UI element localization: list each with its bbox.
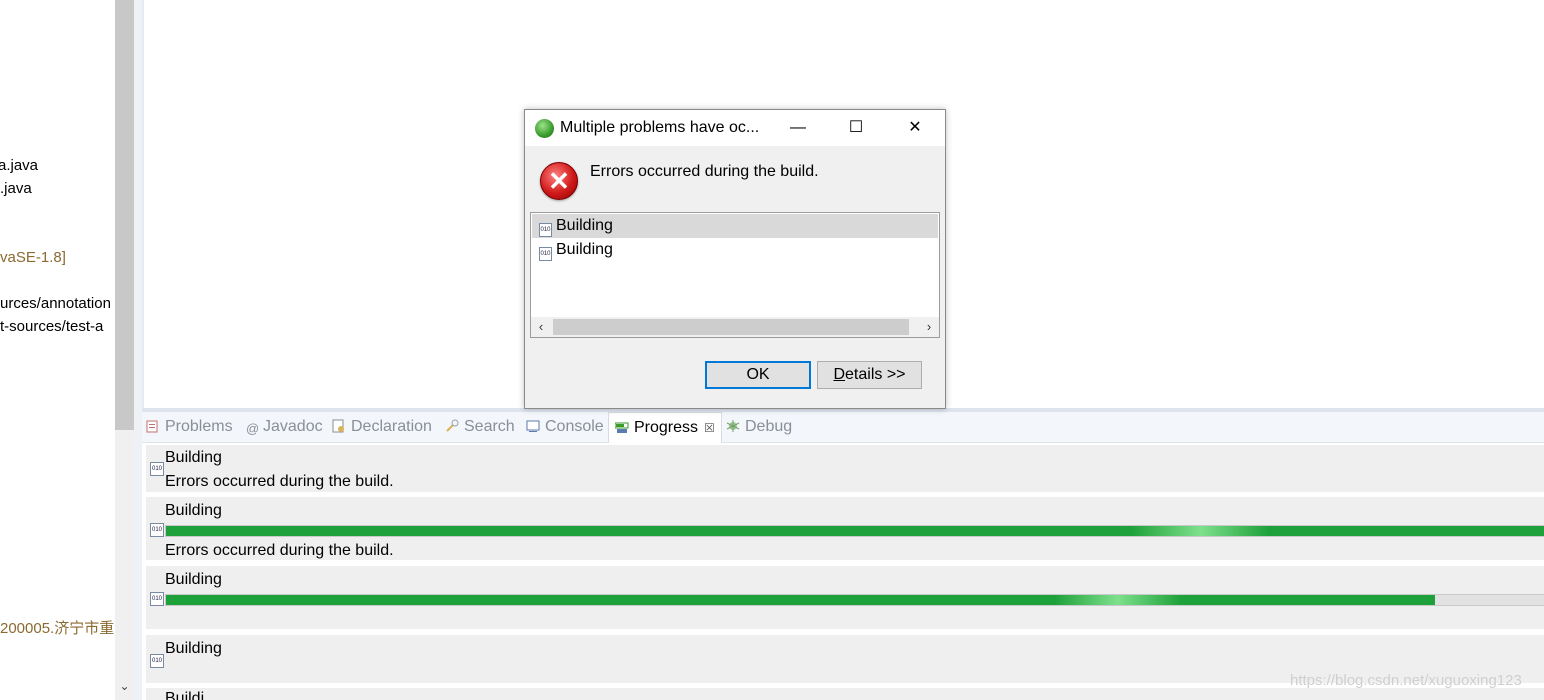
progress-message: Errors occurred during the build. bbox=[165, 542, 394, 559]
list-item[interactable]: 010 Building bbox=[532, 238, 938, 262]
progress-icon bbox=[614, 415, 629, 433]
watermark: https://blog.csdn.net/xuguoxing123 bbox=[1290, 672, 1522, 689]
ok-button[interactable]: OK bbox=[705, 361, 811, 389]
tab-javadoc[interactable]: @ Javadoc bbox=[246, 412, 323, 442]
debug-icon bbox=[726, 414, 740, 432]
console-icon bbox=[526, 414, 540, 432]
build-job-icon: 010 bbox=[150, 462, 164, 476]
scroll-thumb[interactable] bbox=[553, 319, 909, 335]
build-job-icon: 010 bbox=[150, 592, 164, 606]
build-job-icon: 010 bbox=[150, 654, 164, 668]
progress-title: Building bbox=[165, 502, 222, 519]
tab-console[interactable]: Console bbox=[526, 412, 604, 442]
declaration-icon bbox=[332, 414, 346, 433]
close-button[interactable]: ✕ bbox=[892, 110, 938, 146]
problems-icon bbox=[146, 414, 160, 433]
tab-label: Javadoc bbox=[263, 418, 323, 435]
javadoc-icon: @ bbox=[246, 421, 260, 436]
close-icon[interactable]: ☒ bbox=[704, 413, 715, 443]
dialog-titlebar[interactable]: Multiple problems have oc... — ☐ ✕ bbox=[525, 110, 945, 146]
progress-bar-fill bbox=[166, 526, 1544, 536]
progress-bar bbox=[165, 525, 1544, 537]
tree-item[interactable]: .java bbox=[0, 180, 32, 197]
progress-message: Errors occurred during the build. bbox=[165, 473, 394, 490]
build-job-icon: 010 bbox=[150, 523, 164, 537]
error-dialog: Multiple problems have oc... — ☐ ✕ ✕ Err… bbox=[524, 109, 946, 409]
details-button[interactable]: Details >> bbox=[817, 361, 922, 389]
list-item-label: Building bbox=[556, 241, 613, 258]
tab-progress[interactable]: Progress ☒ bbox=[608, 412, 722, 443]
tree-item-jre-library[interactable]: vaSE-1.8] bbox=[0, 249, 66, 266]
progress-title: Buildi bbox=[165, 690, 205, 700]
spring-tools-logo-icon bbox=[535, 119, 554, 138]
horizontal-scrollbar[interactable]: ‹ › bbox=[531, 317, 939, 337]
details-button-label: Details >> bbox=[833, 366, 906, 383]
explorer-scrollbar[interactable]: ⌄ bbox=[115, 0, 134, 700]
build-job-icon: 010 bbox=[539, 223, 552, 237]
tab-debug[interactable]: Debug bbox=[726, 412, 792, 442]
chevron-left-icon[interactable]: ‹ bbox=[531, 317, 551, 337]
tab-label: Progress bbox=[634, 419, 699, 436]
tree-item[interactable]: t-sources/test-a bbox=[0, 318, 103, 335]
progress-entry[interactable]: 010 Building Errors occurred during the … bbox=[146, 445, 1544, 492]
progress-entry[interactable]: 010 Building Errors occurred during the … bbox=[146, 497, 1544, 560]
tab-label: Debug bbox=[745, 418, 793, 435]
progress-entry[interactable]: 010 Building bbox=[146, 566, 1544, 629]
list-item[interactable]: 010 Building bbox=[532, 214, 938, 238]
tree-item[interactable]: a.java bbox=[0, 157, 38, 174]
list-item-label: Building bbox=[556, 217, 613, 234]
progress-title: Building bbox=[165, 640, 222, 657]
tab-problems[interactable]: Problems bbox=[146, 412, 233, 442]
tab-label: Declaration bbox=[351, 418, 432, 435]
explorer-scroll-thumb[interactable] bbox=[115, 0, 134, 430]
build-job-icon: 010 bbox=[539, 247, 552, 261]
tab-declaration[interactable]: Declaration bbox=[332, 412, 432, 442]
progress-title: Building bbox=[165, 449, 222, 466]
tab-label: Console bbox=[545, 418, 604, 435]
search-icon bbox=[445, 414, 459, 432]
tab-label: Search bbox=[464, 418, 515, 435]
maximize-button[interactable]: ☐ bbox=[833, 110, 879, 146]
chevron-right-icon[interactable]: › bbox=[919, 317, 939, 337]
progress-entry[interactable]: Buildi bbox=[146, 688, 1544, 700]
minimize-button[interactable]: — bbox=[775, 110, 821, 146]
tree-item[interactable]: urces/annotation bbox=[0, 295, 111, 312]
sash[interactable] bbox=[134, 0, 142, 700]
error-icon: ✕ bbox=[540, 162, 578, 200]
tree-item-project[interactable]: 200005.济宁市重 bbox=[0, 617, 114, 638]
tab-label: Problems bbox=[165, 418, 233, 435]
progress-title: Building bbox=[165, 571, 222, 588]
problems-list[interactable]: 010 Building 010 Building ‹ › bbox=[530, 212, 940, 338]
dialog-message: Errors occurred during the build. bbox=[590, 163, 819, 180]
project-explorer: a.java .java vaSE-1.8] urces/annotation … bbox=[0, 0, 114, 700]
tab-search[interactable]: Search bbox=[445, 412, 515, 442]
view-tabbar: Problems @ Javadoc Declaration Search Con… bbox=[142, 412, 1544, 443]
progress-bar bbox=[165, 594, 1544, 606]
progress-bar-fill bbox=[166, 595, 1435, 605]
chevron-down-icon[interactable]: ⌄ bbox=[115, 676, 134, 696]
dialog-title: Multiple problems have oc... bbox=[560, 119, 760, 136]
